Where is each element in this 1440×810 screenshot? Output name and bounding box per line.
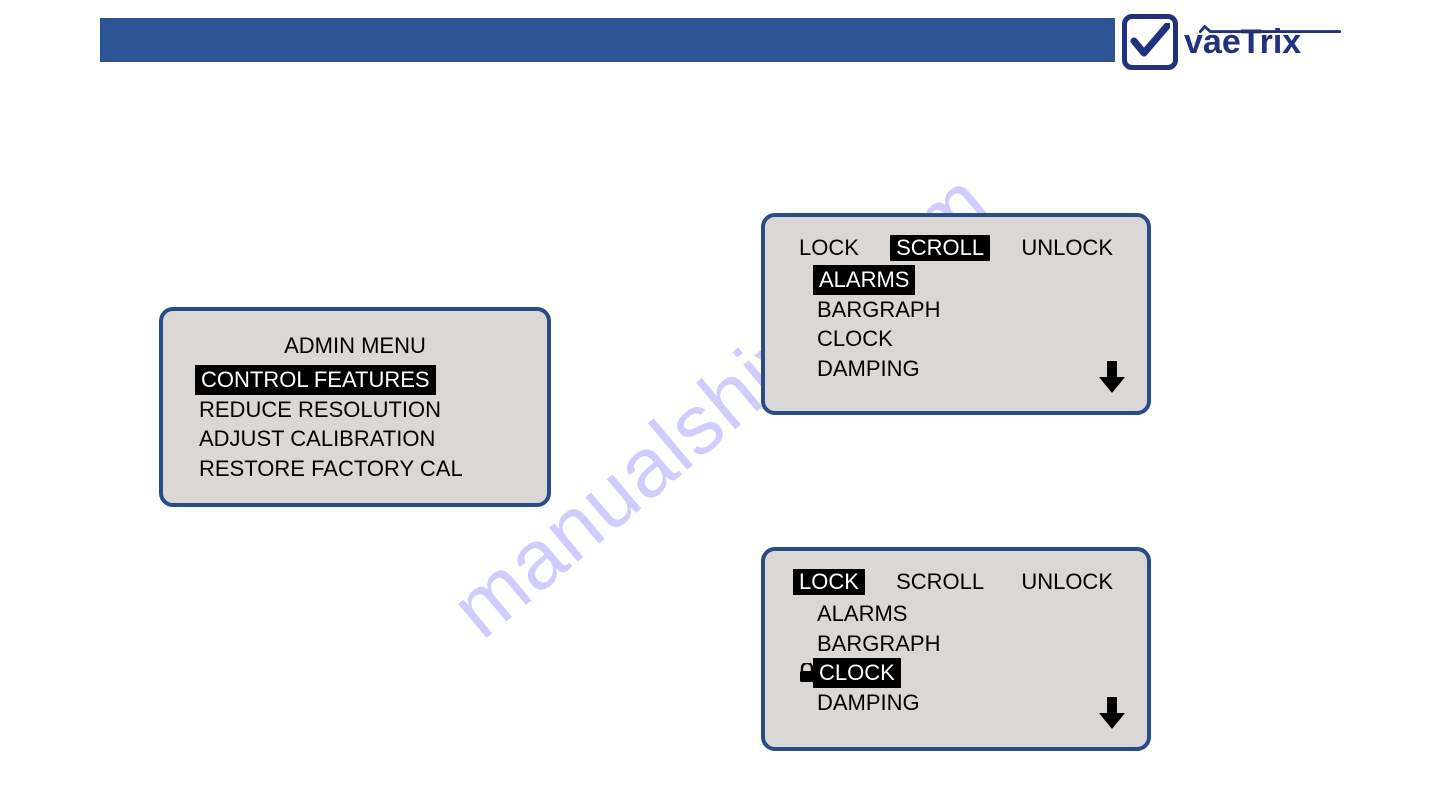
- check-icon: [1130, 23, 1170, 61]
- lock-panel-top-tabs: LOCK SCROLL UNLOCK: [785, 569, 1127, 599]
- header-bar: [100, 18, 1115, 62]
- arrow-down-icon[interactable]: [1099, 697, 1125, 729]
- tab-unlock[interactable]: UNLOCK: [1015, 569, 1119, 595]
- tab-lock[interactable]: LOCK: [793, 569, 865, 595]
- scroll-item-clock[interactable]: CLOCK: [813, 324, 897, 354]
- admin-item-adjust-calibration[interactable]: ADJUST CALIBRATION: [195, 424, 439, 454]
- lock-item-damping[interactable]: DAMPING: [813, 688, 924, 718]
- radical-overline-icon: [1180, 23, 1360, 33]
- lock-item-alarms[interactable]: ALARMS: [813, 599, 911, 629]
- lock-item-bargraph[interactable]: BARGRAPH: [813, 629, 944, 659]
- admin-item-reduce-resolution[interactable]: REDUCE RESOLUTION: [195, 395, 445, 425]
- control-features-lock-panel: LOCK SCROLL UNLOCK ALARMS BARGRAPH CLOCK…: [761, 547, 1151, 751]
- brand-logo: vaeTrix: [1122, 14, 1301, 70]
- brand-logo-box: [1122, 14, 1178, 70]
- scroll-panel-top-tabs: LOCK SCROLL UNLOCK: [785, 235, 1127, 265]
- control-features-scroll-panel: LOCK SCROLL UNLOCK ALARMS BARGRAPH CLOCK…: [761, 213, 1151, 415]
- admin-menu-panel: ADMIN MENU CONTROL FEATURES REDUCE RESOL…: [159, 307, 551, 507]
- lock-item-clock[interactable]: CLOCK: [813, 658, 901, 688]
- admin-item-restore-factory-cal[interactable]: RESTORE FACTORY CAL: [195, 454, 467, 484]
- arrow-down-icon[interactable]: [1099, 361, 1125, 393]
- admin-menu-title: ADMIN MENU: [183, 333, 527, 359]
- tab-scroll[interactable]: SCROLL: [890, 235, 990, 261]
- lock-icon: [799, 663, 815, 683]
- admin-item-control-features[interactable]: CONTROL FEATURES: [195, 365, 436, 395]
- tab-lock[interactable]: LOCK: [793, 235, 865, 261]
- scroll-item-alarms[interactable]: ALARMS: [813, 265, 915, 295]
- scroll-item-bargraph[interactable]: BARGRAPH: [813, 295, 944, 325]
- tab-scroll[interactable]: SCROLL: [890, 569, 990, 595]
- brand-name: vaeTrix: [1184, 25, 1301, 59]
- tab-unlock[interactable]: UNLOCK: [1015, 235, 1119, 261]
- scroll-item-damping[interactable]: DAMPING: [813, 354, 924, 384]
